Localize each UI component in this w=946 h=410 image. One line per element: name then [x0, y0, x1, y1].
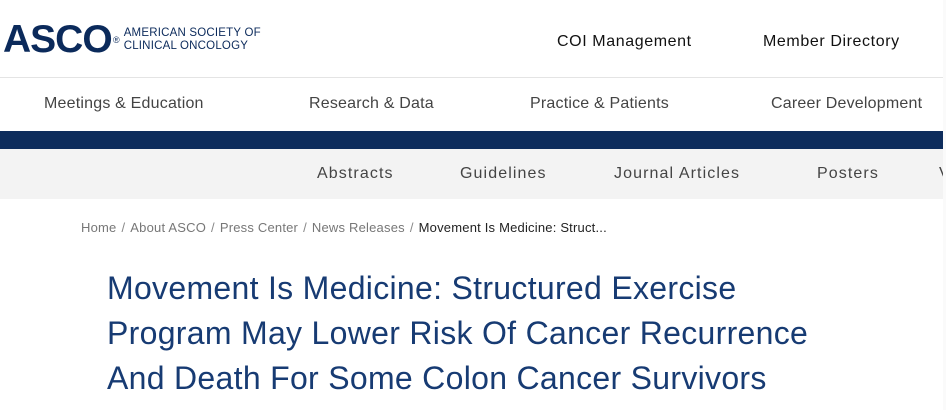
page-title: Movement Is Medicine: Structured Exercis… [107, 266, 927, 401]
breadcrumb-current: Movement Is Medicine: Struct... [418, 220, 607, 235]
nav-meetings-education[interactable]: Meetings & Education [44, 95, 204, 113]
title-line-2: Program May Lower Risk Of Cancer Recurre… [107, 315, 809, 351]
registered-mark: ® [113, 35, 120, 45]
title-line-1: Movement Is Medicine: Structured Exercis… [107, 270, 737, 306]
breadcrumb-separator: / [303, 220, 307, 235]
sub-nav: Abstracts Guidelines Journal Articles Po… [0, 149, 946, 199]
member-directory-link[interactable]: Member Directory [763, 33, 900, 51]
breadcrumb-home[interactable]: Home [81, 220, 116, 235]
breadcrumb-news-releases[interactable]: News Releases [312, 220, 405, 235]
subnav-guidelines[interactable]: Guidelines [460, 165, 547, 183]
breadcrumb: Home / About ASCO / Press Center / News Releas… [81, 220, 607, 235]
title-line-3: And Death For Some Colon Cancer Survivor… [107, 360, 767, 396]
coi-management-link[interactable]: COI Management [557, 33, 692, 51]
nav-research-data[interactable]: Research & Data [309, 95, 434, 113]
nav-practice-patients[interactable]: Practice & Patients [530, 95, 669, 113]
breadcrumb-press-center[interactable]: Press Center [220, 220, 298, 235]
subnav-abstracts[interactable]: Abstracts [317, 165, 394, 183]
breadcrumb-about-asco[interactable]: About ASCO [130, 220, 206, 235]
breadcrumb-separator: / [121, 220, 126, 235]
main-nav: Meetings & Education Research & Data Pra… [0, 78, 946, 131]
logo-subtitle: AMERICAN SOCIETY OF CLINICAL ONCOLOGY [124, 27, 261, 53]
logo-wordmark: ASCO ® [3, 18, 120, 61]
asco-logo[interactable]: ASCO ® AMERICAN SOCIETY OF CLINICAL ONCOL… [3, 20, 261, 60]
nav-career-development[interactable]: Career Development [771, 95, 922, 113]
subnav-posters[interactable]: Posters [817, 165, 879, 183]
brand-band [0, 131, 946, 149]
top-header: ASCO ® AMERICAN SOCIETY OF CLINICAL ONCOL… [0, 0, 946, 78]
breadcrumb-separator: / [409, 220, 414, 235]
logo-line-1: AMERICAN SOCIETY OF [123, 27, 261, 39]
breadcrumb-separator: / [211, 220, 215, 235]
logo-line-2: CLINICAL ONCOLOGY [123, 40, 249, 52]
subnav-journal-articles[interactable]: Journal Articles [614, 165, 740, 183]
